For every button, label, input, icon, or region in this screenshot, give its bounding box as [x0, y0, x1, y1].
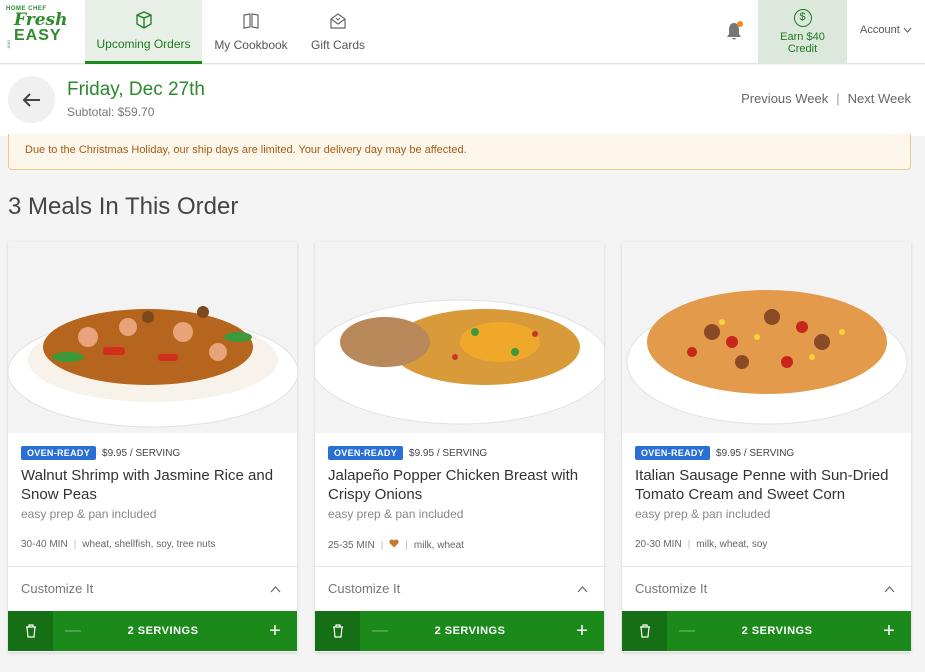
arrow-left-icon	[22, 92, 40, 107]
trash-icon	[639, 624, 650, 638]
meal-photo[interactable]	[315, 242, 604, 433]
notifications-bell-icon[interactable]	[724, 20, 744, 42]
meal-subtitle: easy prep & pan included	[21, 507, 157, 521]
section-title: 3 Meals In This Order	[8, 193, 239, 220]
meal-meta: 20-30 MIN | milk, wheat, soy	[635, 539, 767, 550]
dollar-coin-icon: $	[793, 9, 812, 27]
meal-card: OVEN-READY $9.95 / SERVING Walnut Shrimp…	[8, 242, 297, 652]
notification-dot	[737, 21, 743, 27]
servings-control: — 2 SERVINGS +	[315, 611, 604, 651]
meal-card: OVEN-READY $9.95 / SERVING Jalapeño Popp…	[315, 242, 604, 652]
previous-week-link[interactable]: Previous Week	[741, 91, 828, 106]
cook-time: 20-30 MIN	[635, 539, 682, 550]
meal-meta: 25-35 MIN | | milk, wheat	[328, 539, 464, 551]
meta-divider: |	[687, 539, 691, 550]
meal-card: OVEN-READY $9.95 / SERVING Italian Sausa…	[622, 242, 911, 652]
servings-count: 2 SERVINGS	[127, 625, 199, 637]
meal-photo[interactable]	[622, 242, 911, 433]
chevron-up-icon	[270, 581, 281, 596]
next-week-link[interactable]: Next Week	[848, 91, 911, 106]
book-icon	[240, 10, 262, 32]
meta-divider: |	[380, 539, 384, 551]
customize-toggle[interactable]: Customize It	[622, 566, 911, 611]
servings-control: — 2 SERVINGS +	[8, 611, 297, 651]
meal-photo[interactable]	[8, 242, 297, 433]
customize-label: Customize It	[21, 581, 94, 596]
trash-icon	[25, 624, 36, 638]
tab-gift-cards[interactable]: Gift Cards	[300, 0, 376, 64]
earn-credit-button[interactable]: $ Earn $40 Credit	[758, 0, 847, 64]
cook-time: 25-35 MIN	[328, 539, 375, 551]
account-menu[interactable]: Account	[860, 24, 912, 36]
meal-title[interactable]: Walnut Shrimp with Jasmine Rice and Snow…	[21, 466, 289, 504]
tab-label: Upcoming Orders	[96, 37, 191, 51]
customize-toggle[interactable]: Customize It	[8, 566, 297, 611]
badge-row: OVEN-READY $9.95 / SERVING	[21, 446, 180, 460]
meal-title[interactable]: Jalapeño Popper Chicken Breast with Cris…	[328, 466, 596, 504]
servings-count: 2 SERVINGS	[434, 625, 506, 637]
remove-meal-button[interactable]	[8, 611, 53, 651]
order-header: Friday, Dec 27th Subtotal: $59.70 Previo…	[0, 65, 925, 136]
chevron-up-icon	[577, 581, 588, 596]
week-nav-separator: |	[836, 91, 840, 106]
decrease-servings-button[interactable]: —	[360, 622, 400, 640]
customize-label: Customize It	[328, 581, 401, 596]
top-navigation: HOME CHEF Fresh AND EASY Upcoming Orders…	[0, 0, 925, 64]
meal-price: $9.95 / SERVING	[409, 447, 488, 459]
allergens: milk, wheat	[413, 539, 464, 551]
servings-control: — 2 SERVINGS +	[622, 611, 911, 651]
meal-price: $9.95 / SERVING	[716, 447, 795, 459]
meta-divider: |	[405, 539, 408, 551]
holiday-notice: Due to the Christmas Holiday, our ship d…	[8, 134, 911, 170]
increase-servings-button[interactable]: +	[253, 620, 297, 643]
oven-ready-badge: OVEN-READY	[21, 446, 97, 460]
allergens: milk, wheat, soy	[696, 539, 768, 550]
back-button[interactable]	[8, 76, 55, 123]
tab-upcoming-orders[interactable]: Upcoming Orders	[85, 0, 202, 64]
heart-icon	[389, 539, 399, 551]
meal-subtitle: easy prep & pan included	[635, 507, 771, 521]
trash-icon	[332, 624, 343, 638]
order-subtotal: Subtotal: $59.70	[67, 105, 155, 119]
meal-price: $9.95 / SERVING	[102, 447, 181, 459]
week-navigation: Previous Week | Next Week	[741, 91, 911, 106]
order-date: Friday, Dec 27th	[67, 79, 205, 100]
meal-meta: 30-40 MIN | wheat, shellfish, soy, tree …	[21, 539, 216, 550]
tab-label: My Cookbook	[214, 38, 288, 52]
oven-ready-badge: OVEN-READY	[328, 446, 404, 460]
increase-servings-button[interactable]: +	[867, 620, 911, 643]
chevron-down-icon	[903, 24, 912, 36]
tab-label: Gift Cards	[310, 38, 365, 52]
tab-my-cookbook[interactable]: My Cookbook	[204, 0, 298, 64]
remove-meal-button[interactable]	[622, 611, 667, 651]
meal-subtitle: easy prep & pan included	[328, 507, 464, 521]
servings-count: 2 SERVINGS	[741, 625, 813, 637]
allergens: wheat, shellfish, soy, tree nuts	[82, 539, 216, 550]
remove-meal-button[interactable]	[315, 611, 360, 651]
meal-title[interactable]: Italian Sausage Penne with Sun-Dried Tom…	[635, 466, 903, 504]
earn-credit-line2: Credit	[787, 43, 818, 55]
chevron-up-icon	[884, 581, 895, 596]
home-chef-logo[interactable]: HOME CHEF Fresh AND EASY	[6, 6, 74, 58]
badge-row: OVEN-READY $9.95 / SERVING	[328, 446, 487, 460]
customize-label: Customize It	[635, 581, 708, 596]
decrease-servings-button[interactable]: —	[53, 622, 93, 640]
badge-row: OVEN-READY $9.95 / SERVING	[635, 446, 794, 460]
account-label: Account	[860, 24, 900, 36]
meta-divider: |	[73, 539, 77, 550]
cook-time: 30-40 MIN	[21, 539, 68, 550]
oven-ready-badge: OVEN-READY	[635, 446, 711, 460]
decrease-servings-button[interactable]: —	[667, 622, 707, 640]
increase-servings-button[interactable]: +	[560, 620, 604, 643]
gift-envelope-icon	[327, 10, 349, 32]
box-icon	[133, 9, 155, 31]
earn-credit-line1: Earn $40	[780, 31, 825, 43]
customize-toggle[interactable]: Customize It	[315, 566, 604, 611]
